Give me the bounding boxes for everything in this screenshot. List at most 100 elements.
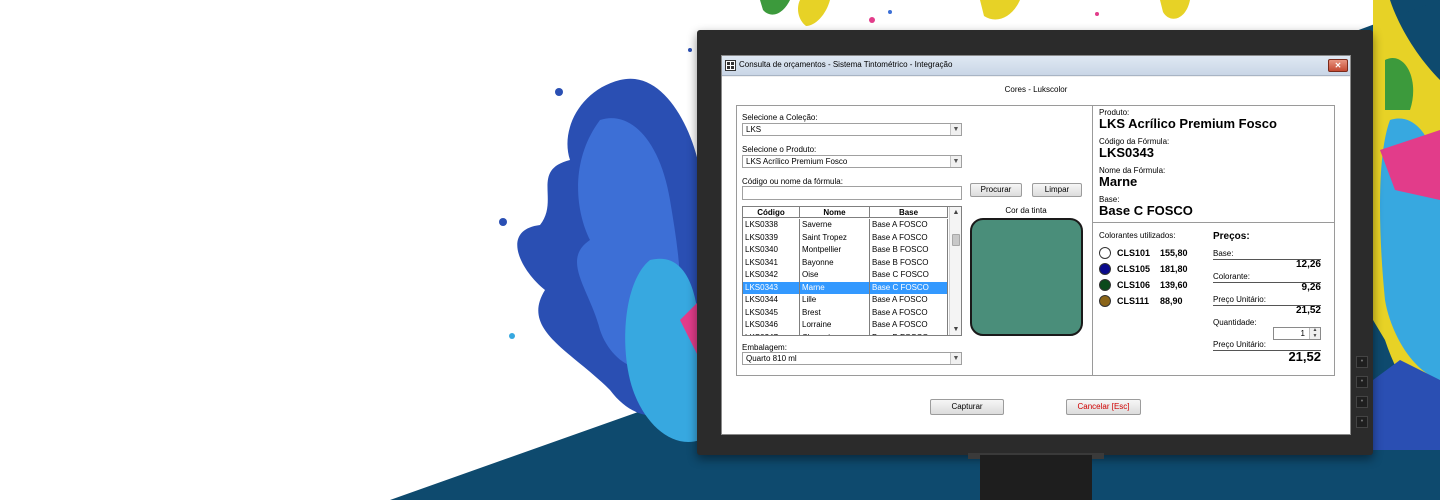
monitor-button[interactable]: • <box>1356 396 1368 408</box>
capture-button[interactable]: Capturar <box>930 399 1004 415</box>
colorant-swatch <box>1099 295 1111 307</box>
chevron-down-icon[interactable]: ▼ <box>950 156 961 167</box>
colorant-quantity: 139,60 <box>1160 280 1188 290</box>
table-row[interactable]: LKS0346 Lorraine Base A FOSCO <box>743 319 948 332</box>
package-label: Embalagem: <box>742 343 787 352</box>
app-window: Consulta de orçamentos - Sistema Tintomé… <box>721 55 1351 435</box>
colorant-code: CLS105 <box>1117 264 1151 274</box>
collection-select[interactable]: LKS ▼ <box>742 123 962 136</box>
cell-name: Bayonne <box>800 256 870 269</box>
cell-name: Lorraine <box>800 319 870 332</box>
base-price-value: 12,26 <box>1295 259 1321 270</box>
table-row[interactable]: LKS0343 Marne Base C FOSCO <box>743 281 948 294</box>
package-select[interactable]: Quarto 810 ml ▼ <box>742 352 962 365</box>
cell-base: Base B FOSCO <box>870 244 948 257</box>
cell-base: Base A FOSCO <box>870 231 948 244</box>
paint-color-swatch <box>970 218 1083 336</box>
cell-code: LKS0342 <box>743 269 800 282</box>
chevron-down-icon[interactable]: ▼ <box>950 124 961 135</box>
cell-name: Lille <box>800 294 870 307</box>
cell-name: Saint Tropez <box>800 231 870 244</box>
cell-name: Saverne <box>800 219 870 232</box>
selection-panel: Selecione a Coleção: LKS ▼ Selecione o P… <box>736 105 1093 376</box>
paint-color-label: Cor da tinta <box>1005 206 1047 215</box>
colorant-swatch <box>1099 247 1111 259</box>
product-select[interactable]: LKS Acrílico Premium Fosco ▼ <box>742 155 962 168</box>
formula-table[interactable]: Código Nome Base LKS0338 Saverne Base A FO… <box>742 206 962 336</box>
cell-name: Cherepi <box>800 331 870 335</box>
window-client-area: Cores - Lukscolor Selecione a Coleção: L… <box>722 77 1350 434</box>
colorant-quantity: 155,80 <box>1160 248 1188 258</box>
base-detail-value: Base C FOSCO <box>1099 203 1193 218</box>
scroll-up-icon[interactable]: ▲ <box>950 207 961 218</box>
cell-name: Oise <box>800 269 870 282</box>
scroll-thumb[interactable] <box>952 234 960 246</box>
table-row[interactable]: LKS0338 Saverne Base A FOSCO <box>743 219 948 232</box>
colorant-swatch <box>1099 279 1111 291</box>
quantity-stepper[interactable]: 1 ▲ ▼ <box>1273 327 1321 340</box>
chevron-down-icon[interactable]: ▼ <box>950 353 961 364</box>
monitor-button[interactable]: • <box>1356 356 1368 368</box>
colorant-quantity: 88,90 <box>1160 296 1183 306</box>
cancel-button[interactable]: Cancelar [Esc] <box>1066 399 1141 415</box>
cell-code: LKS0340 <box>743 244 800 257</box>
cell-name: Brest <box>800 306 870 319</box>
cell-code: LKS0346 <box>743 319 800 332</box>
cell-base: Base C FOSCO <box>870 281 948 294</box>
table-header: Código Nome Base <box>743 207 948 218</box>
column-header-base[interactable]: Base <box>870 207 948 218</box>
search-button[interactable]: Procurar <box>970 183 1022 197</box>
formula-search-input[interactable] <box>742 186 962 200</box>
table-row[interactable]: LKS0339 Saint Tropez Base A FOSCO <box>743 231 948 244</box>
screenshot-stage: • • • • Consulta de orçamentos - Sistema… <box>0 0 1440 500</box>
column-header-name[interactable]: Nome <box>800 207 870 218</box>
clear-button[interactable]: Limpar <box>1032 183 1082 197</box>
colorant-quantity: 181,80 <box>1160 264 1188 274</box>
quantity-label: Quantidade: <box>1213 318 1257 327</box>
table-row[interactable]: LKS0342 Oise Base C FOSCO <box>743 269 948 282</box>
cell-code: LKS0344 <box>743 294 800 307</box>
colorant-code: CLS111 <box>1117 296 1150 306</box>
cell-code: LKS0339 <box>743 231 800 244</box>
table-row[interactable]: LKS0340 Montpellier Base B FOSCO <box>743 244 948 257</box>
panel-divider <box>1093 222 1334 223</box>
total-price-value: 21,52 <box>1288 349 1321 364</box>
scroll-down-icon[interactable]: ▼ <box>950 324 961 335</box>
app-icon <box>725 60 736 71</box>
table-scrollbar[interactable]: ▲ ▼ <box>949 207 961 335</box>
stepper-arrows-icon[interactable]: ▲ ▼ <box>1309 327 1320 339</box>
colorant-price-value: 9,26 <box>1301 282 1321 293</box>
cell-code: LKS0345 <box>743 306 800 319</box>
cell-base: Base A FOSCO <box>870 306 948 319</box>
monitor-button[interactable]: • <box>1356 376 1368 388</box>
cell-code: LKS0338 <box>743 219 800 232</box>
window-titlebar[interactable]: Consulta de orçamentos - Sistema Tintomé… <box>722 56 1350 76</box>
table-row[interactable]: LKS0341 Bayonne Base B FOSCO <box>743 256 948 269</box>
quantity-value: 1 <box>1300 329 1305 338</box>
cell-name: Montpellier <box>800 244 870 257</box>
cell-code: LKS0347 <box>743 331 800 335</box>
cell-base: Base B FOSCO <box>870 256 948 269</box>
close-button[interactable]: ✕ <box>1328 59 1348 72</box>
unit-price-value: 21,52 <box>1295 305 1321 316</box>
table-row[interactable]: LKS0347CherepiBase B FOSCO <box>743 331 948 335</box>
monitor-button[interactable]: • <box>1356 416 1368 428</box>
column-header-code[interactable]: Código <box>743 207 800 218</box>
cell-base: Base A FOSCO <box>870 294 948 307</box>
search-label: Código ou nome da fórmula: <box>742 177 843 186</box>
monitor-stand <box>980 455 1092 500</box>
window-title: Consulta de orçamentos - Sistema Tintomé… <box>739 60 953 69</box>
colorants-label: Colorantes utilizados: <box>1099 231 1176 240</box>
section-title: Cores - Lukscolor <box>1004 85 1068 94</box>
colorant-code: CLS101 <box>1117 248 1151 258</box>
formula-details-panel: Produto: LKS Acrílico Premium Fosco Códi… <box>1092 105 1335 376</box>
colorant-code: CLS106 <box>1117 280 1151 290</box>
cell-code: LKS0341 <box>743 256 800 269</box>
product-detail-value: LKS Acrílico Premium Fosco <box>1099 116 1277 131</box>
cell-base: Base C FOSCO <box>870 269 948 282</box>
cell-base: Base B FOSCO <box>870 331 948 335</box>
table-row[interactable]: LKS0344 Lille Base A FOSCO <box>743 294 948 307</box>
table-row[interactable]: LKS0345 Brest Base A FOSCO <box>743 306 948 319</box>
cell-base: Base A FOSCO <box>870 319 948 332</box>
collection-select-value: LKS <box>746 125 762 134</box>
